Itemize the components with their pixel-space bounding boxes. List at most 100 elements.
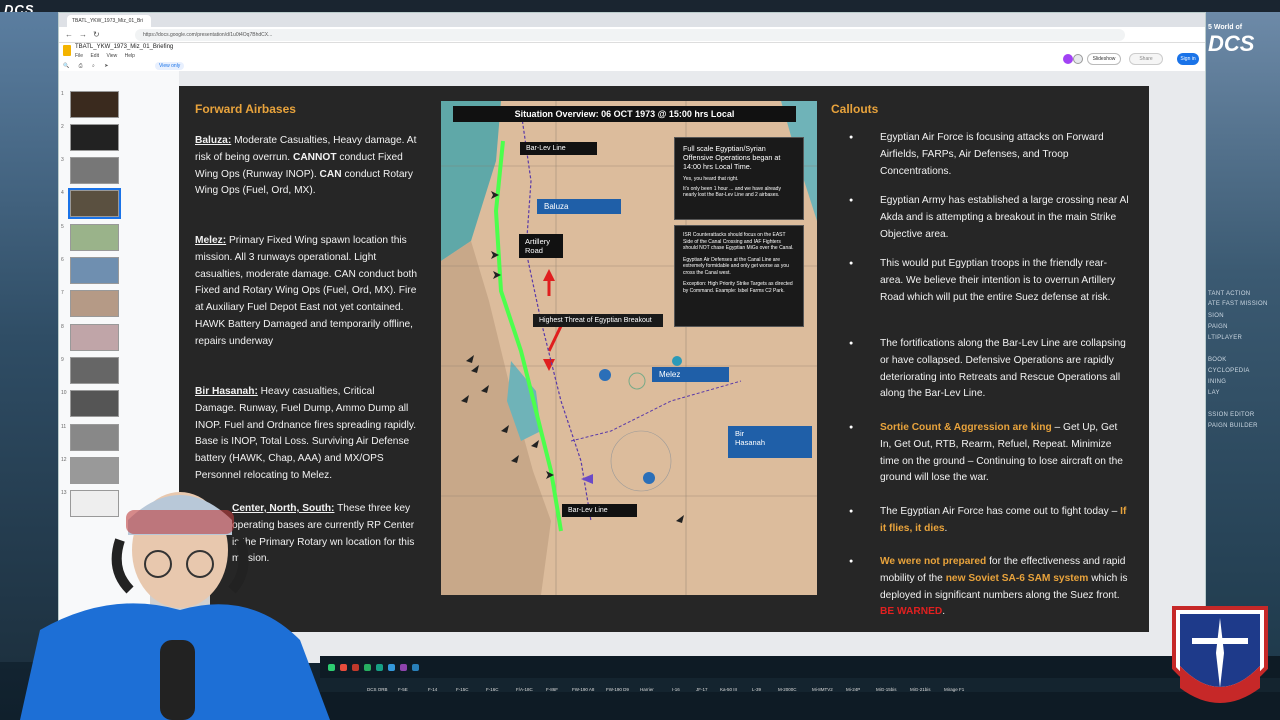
dcs-menu-item[interactable]: CYCLOPEDIA (1208, 368, 1250, 374)
label-bir-hasanah: Bir Hasanah (728, 426, 812, 458)
badge-graphic (1172, 606, 1268, 703)
module-label[interactable]: Mirage F1 (944, 687, 964, 692)
baluza-heading: Baluza: (195, 135, 232, 146)
forward-icon[interactable]: → (79, 30, 87, 39)
callout-item: The fortifications along the Bar-Lev Lin… (849, 336, 1130, 403)
label-barlev-bottom: Bar-Lev Line (562, 504, 637, 517)
info-offensive-b: It's only been 1 hour ... and we have al… (683, 186, 781, 198)
melez-paragraph: Melez: Primary Fixed Wing spawn location… (195, 233, 417, 351)
slide-number: 8 (61, 324, 64, 330)
bir-hasanah-text: Heavy casualties, Critical Damage. Runwa… (195, 386, 417, 481)
module-label[interactable]: Mi-8MTV2 (812, 687, 833, 692)
callout-highlight: We were not prepared (880, 556, 987, 567)
slide-thumbnail-selected[interactable] (68, 188, 121, 219)
module-label[interactable]: F-5E (398, 687, 408, 692)
module-label[interactable]: F-86F (546, 687, 558, 692)
share-button[interactable]: Share (1129, 53, 1163, 65)
avatar[interactable] (1073, 54, 1083, 64)
signin-button[interactable]: Sign in (1177, 53, 1199, 65)
module-label[interactable]: I-16 (672, 687, 680, 692)
slide-thumbnail[interactable] (70, 290, 119, 317)
slide-thumbnail[interactable] (70, 357, 119, 384)
select-icon[interactable]: ➤ (104, 63, 108, 69)
app-icon[interactable] (412, 664, 419, 671)
module-label[interactable]: FW-190 D9 (606, 687, 629, 692)
reload-icon[interactable]: ↻ (93, 30, 100, 39)
slide-thumbnail[interactable] (70, 424, 119, 451)
info-offensive-main: Full scale Egyptian/Syrian Offensive Ope… (683, 144, 781, 171)
callout-item: We were not prepared for the effectivene… (849, 554, 1130, 621)
module-label[interactable]: FW-190 A8 (572, 687, 594, 692)
app-icon[interactable] (388, 664, 395, 671)
slideshow-button[interactable]: Slideshow (1087, 53, 1121, 65)
back-icon[interactable]: ← (65, 30, 73, 39)
avatar[interactable] (1063, 54, 1073, 64)
slide-thumbnail[interactable] (70, 157, 119, 184)
baluza-paragraph: Baluza: Moderate Casualties, Heavy damag… (195, 133, 417, 200)
menu-help[interactable]: Help (125, 53, 135, 59)
info-isr-a: ISR Counterattacks should focus on the E… (683, 232, 794, 251)
dcs-menu-item[interactable]: INING (1208, 379, 1226, 385)
module-label[interactable]: MiG-21bis (910, 687, 931, 692)
zoom-icon[interactable]: ⌕ (92, 63, 95, 69)
dcs-menu-item[interactable]: TANT ACTION (1208, 291, 1250, 297)
menu-view[interactable]: View (106, 53, 117, 59)
search-icon[interactable]: 🔍 (63, 63, 69, 69)
menu-edit[interactable]: Edit (90, 53, 99, 59)
squadron-badge (1164, 598, 1276, 718)
module-label[interactable]: Harrier (640, 687, 654, 692)
streamer-image (20, 492, 330, 720)
dcs-menu-item[interactable]: SION (1208, 313, 1224, 319)
info-isr-c: Exception: High Priority Strike Targets … (683, 281, 793, 294)
callout-warning: BE WARNED (880, 606, 943, 618)
module-label[interactable]: M-2000C (778, 687, 797, 692)
dcs-menu-item[interactable]: PAIGN (1208, 324, 1228, 330)
dcs-menu-item[interactable]: LAY (1208, 390, 1220, 396)
slide-number: 7 (61, 290, 64, 296)
slide-thumbnail[interactable] (70, 224, 119, 251)
slide-thumbnail[interactable] (70, 324, 119, 351)
slides-header: TBATL_YKW_1973_Miz_01_Briefing File Edit… (59, 43, 1205, 71)
address-bar: ← → ↻ https://docs.google.com/presentati… (59, 27, 1205, 43)
module-label[interactable]: Ka-50 III (720, 687, 737, 692)
module-label[interactable]: DCS ORB (367, 687, 388, 692)
slide-thumbnail[interactable] (70, 257, 119, 284)
app-icon[interactable] (352, 664, 359, 671)
module-label[interactable]: F/A-18C (516, 687, 533, 692)
view-only-badge[interactable]: View only (155, 62, 185, 70)
info-box-offensive: Full scale Egyptian/Syrian Offensive Ope… (674, 137, 804, 220)
module-label[interactable]: F-14 (428, 687, 437, 692)
module-label[interactable]: Mi-24P (846, 687, 860, 692)
label-melez: Melez (652, 367, 729, 382)
print-icon[interactable]: ⎙ (79, 63, 83, 69)
menu-file[interactable]: File (75, 53, 83, 59)
slide-thumbnail[interactable] (70, 91, 119, 118)
app-icon[interactable] (364, 664, 371, 671)
app-icon[interactable] (376, 664, 383, 671)
slide-number: 4 (61, 190, 64, 196)
module-label[interactable]: JF-17 (696, 687, 708, 692)
bir-hasanah-paragraph: Bir Hasanah: Heavy casualties, Critical … (195, 384, 417, 485)
module-label[interactable]: L-39 (752, 687, 761, 692)
slide-thumbnail[interactable] (70, 390, 119, 417)
info-offensive-a: Yes, you heard that right. (683, 176, 739, 182)
callouts-title: Callouts (831, 102, 879, 116)
slide-thumbnail[interactable] (70, 124, 119, 151)
module-label[interactable]: F-15C (456, 687, 469, 692)
dcs-menu-item[interactable]: PAIGN BUILDER (1208, 423, 1258, 429)
tab-bar: TBATL_YKW_1973_Miz_01_Bri (59, 13, 1205, 27)
callout-highlight: Sortie Count & Aggression are king (880, 422, 1052, 433)
dcs-menu-item[interactable]: BOOK (1208, 357, 1227, 363)
dcs-menu-item[interactable]: ATE FAST MISSION (1208, 301, 1268, 307)
browser-tab[interactable]: TBATL_YKW_1973_Miz_01_Bri (67, 15, 151, 27)
dcs-menu-item[interactable]: LTIPLAYER (1208, 335, 1242, 341)
module-label[interactable]: MiG-15bis (876, 687, 897, 692)
situation-map: Situation Overview: 06 OCT 1973 @ 15:00 … (441, 101, 817, 595)
document-title[interactable]: TBATL_YKW_1973_Miz_01_Briefing (75, 44, 173, 50)
slide-number: 5 (61, 224, 64, 230)
app-icon[interactable] (400, 664, 407, 671)
module-label[interactable]: F-16C (486, 687, 499, 692)
app-icon[interactable] (340, 664, 347, 671)
dcs-menu-item[interactable]: SSION EDITOR (1208, 412, 1255, 418)
url-field[interactable]: https://docs.google.com/presentation/d/1… (135, 29, 1125, 41)
